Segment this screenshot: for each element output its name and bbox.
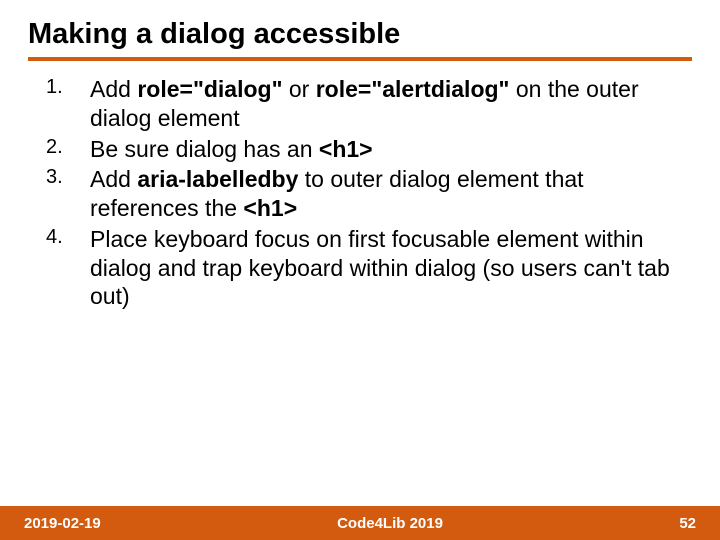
footer-page: 52 (679, 515, 696, 532)
bold-text: <h1> (243, 195, 297, 221)
ordered-list: Add role="dialog" or role="alertdialog" … (28, 75, 692, 311)
footer-bar: 2019-02-19 Code4Lib 2019 52 (0, 506, 720, 540)
slide-content: Add role="dialog" or role="alertdialog" … (28, 75, 692, 540)
slide: Making a dialog accessible Add role="dia… (0, 0, 720, 540)
text: Add (90, 166, 137, 192)
list-item: Add aria-labelledby to outer dialog elem… (28, 165, 692, 223)
text: Be sure dialog has an (90, 136, 319, 162)
slide-title: Making a dialog accessible (28, 18, 692, 61)
bold-text: role="alertdialog" (316, 76, 510, 102)
list-item: Add role="dialog" or role="alertdialog" … (28, 75, 692, 133)
text: or (282, 76, 315, 102)
footer-event: Code4Lib 2019 (101, 515, 680, 532)
list-item: Be sure dialog has an <h1> (28, 135, 692, 164)
text: Add (90, 76, 137, 102)
bold-text: role="dialog" (137, 76, 282, 102)
text: Place keyboard focus on first focusable … (90, 226, 670, 310)
bold-text: aria-labelledby (137, 166, 298, 192)
footer-date: 2019-02-19 (24, 515, 101, 532)
bold-text: <h1> (319, 136, 373, 162)
list-item: Place keyboard focus on first focusable … (28, 225, 692, 311)
